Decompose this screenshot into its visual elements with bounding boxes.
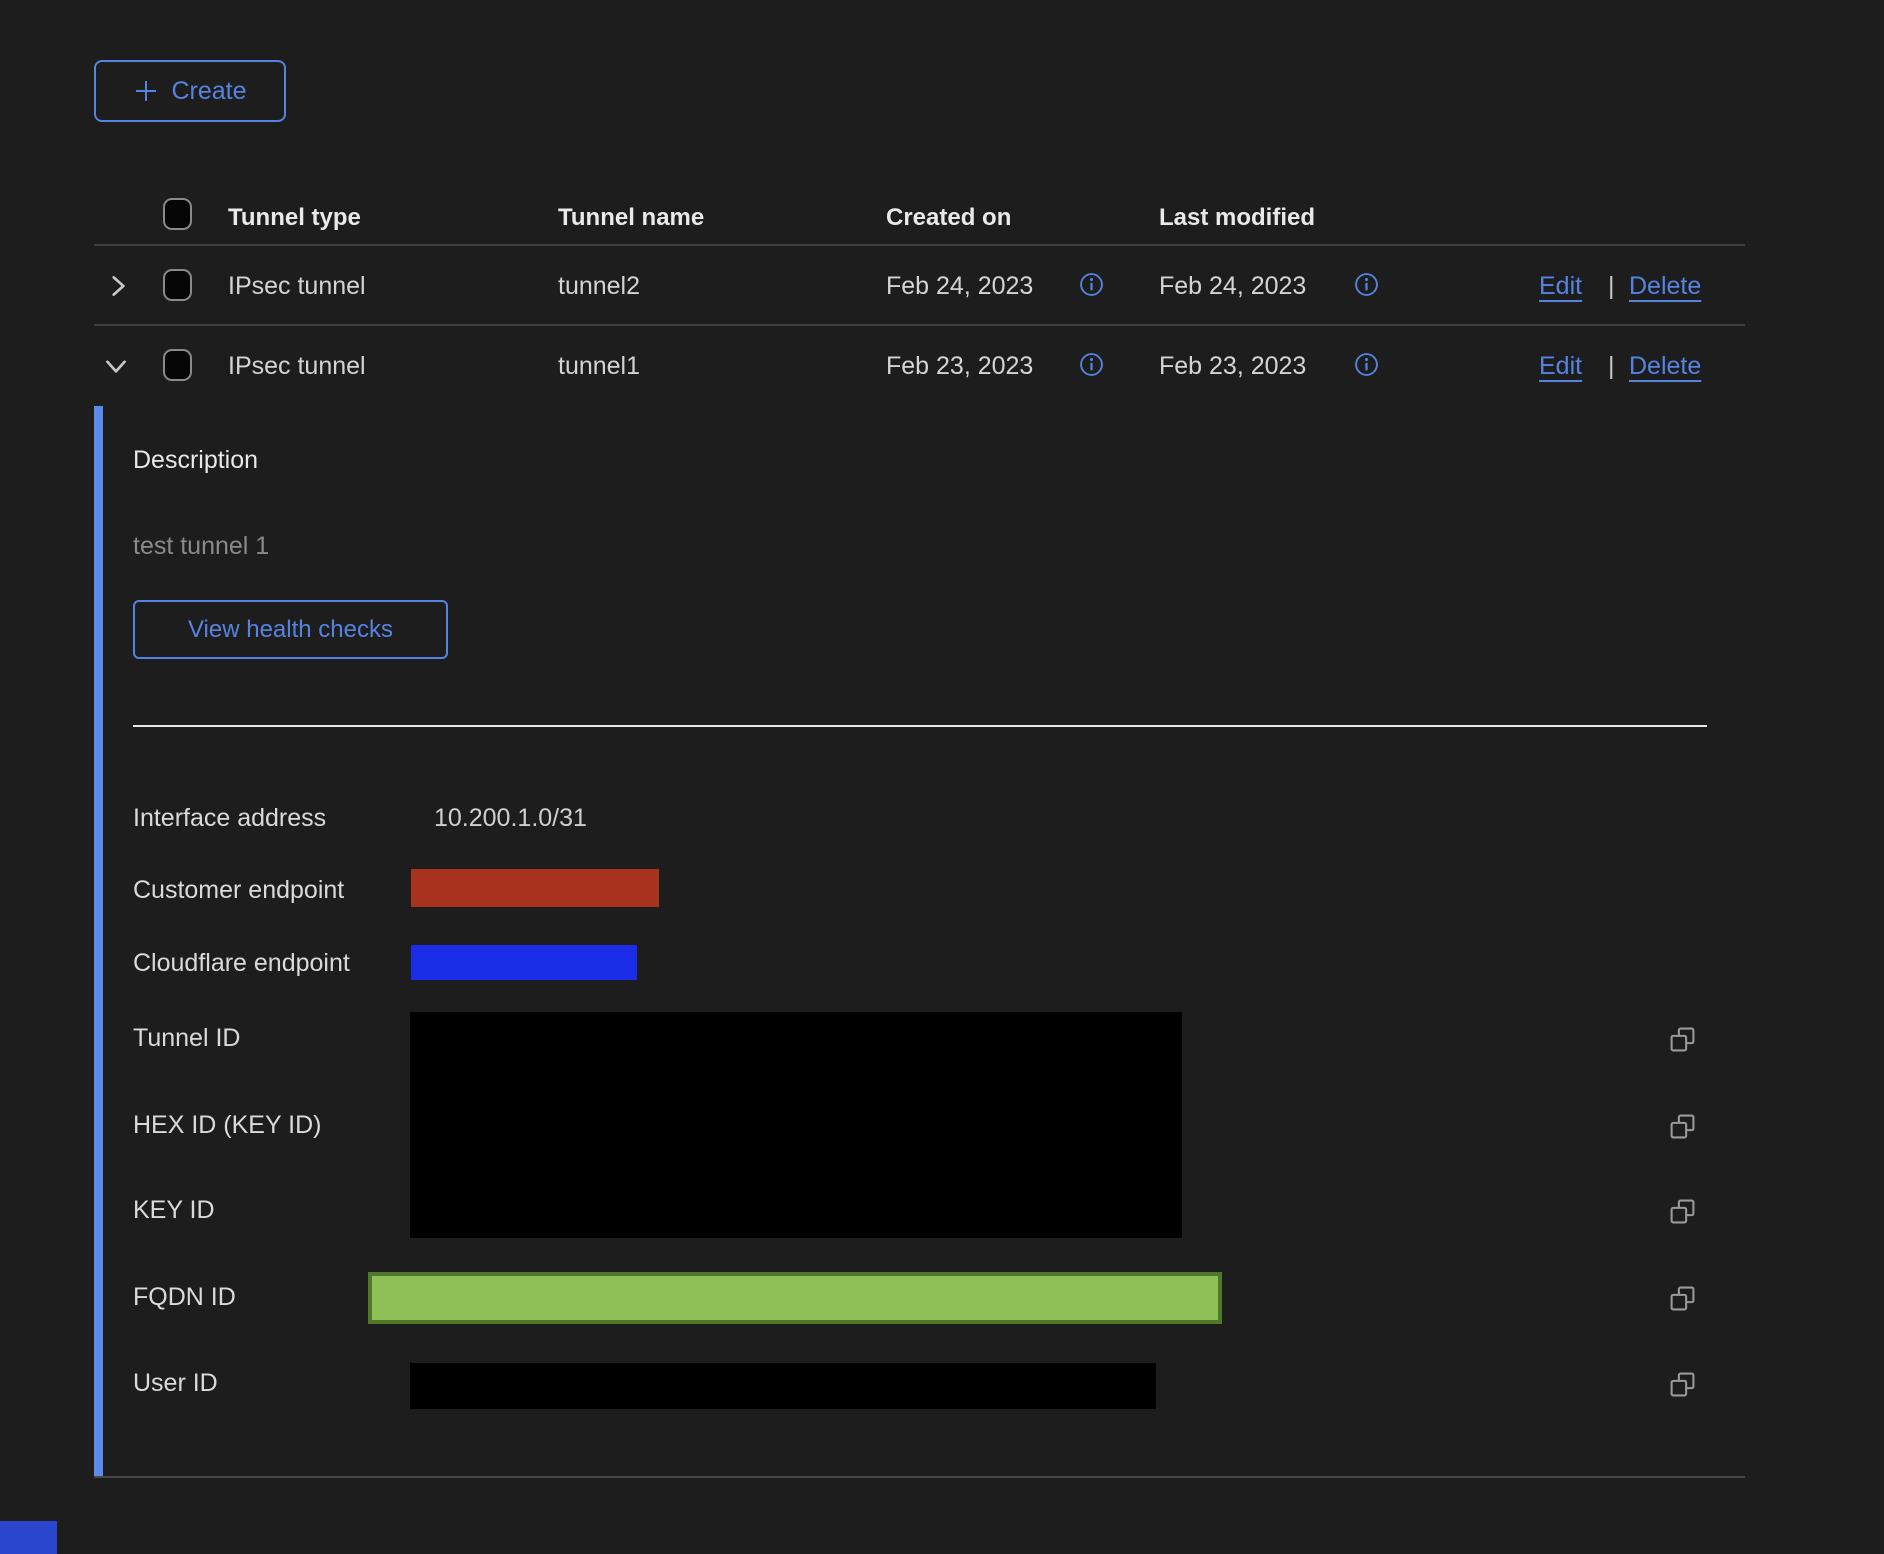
created-on-info[interactable] [1079, 272, 1104, 297]
row-checkbox[interactable] [163, 349, 192, 381]
interface-address-label: Interface address [133, 806, 326, 831]
row-checkbox[interactable] [163, 269, 192, 301]
fqdn-id-redaction [368, 1272, 1222, 1324]
column-header-created-on: Created on [886, 206, 1011, 230]
fqdn-id-label: FQDN ID [133, 1285, 236, 1310]
action-separator: | [1608, 274, 1615, 299]
column-header-tunnel-name: Tunnel name [558, 206, 704, 230]
tunnel-type-cell: IPsec tunnel [228, 354, 366, 379]
action-separator: | [1608, 354, 1615, 379]
description-label: Description [133, 448, 258, 473]
create-button[interactable]: Create [94, 60, 286, 122]
edit-link[interactable]: Edit [1539, 354, 1582, 379]
create-button-label: Create [171, 77, 246, 106]
tunnel-type-cell: IPsec tunnel [228, 274, 366, 299]
user-id-label: User ID [133, 1371, 218, 1396]
expanded-row-indicator-bar [94, 406, 103, 1477]
view-health-checks-button[interactable]: View health checks [133, 600, 448, 659]
hex-id-label: HEX ID (KEY ID) [133, 1113, 321, 1138]
tunnel-id-label: Tunnel ID [133, 1026, 240, 1051]
customer-endpoint-label: Customer endpoint [133, 878, 344, 903]
table-row: IPsec tunnel tunnel1 Feb 23, 2023 Feb 23… [94, 326, 1745, 405]
copy-icon [1669, 1371, 1696, 1398]
tunnel-name-cell: tunnel2 [558, 274, 640, 299]
plus-icon [133, 78, 159, 104]
id-group-redaction [410, 1012, 1182, 1238]
info-icon [1079, 352, 1104, 377]
copy-tunnel-id-button[interactable] [1669, 1026, 1696, 1053]
copy-icon [1669, 1113, 1696, 1140]
view-health-checks-label: View health checks [188, 616, 393, 644]
description-value: test tunnel 1 [133, 534, 269, 559]
last-modified-cell: Feb 23, 2023 [1159, 354, 1306, 379]
delete-link[interactable]: Delete [1629, 274, 1701, 299]
detail-divider [133, 725, 1707, 727]
column-header-tunnel-type: Tunnel type [228, 206, 361, 230]
tunnels-page: Create Tunnel type Tunnel name Created o… [0, 0, 1884, 1554]
created-on-cell: Feb 23, 2023 [886, 354, 1033, 379]
expand-row-button[interactable] [104, 272, 132, 300]
bottom-divider [94, 1476, 1745, 1478]
partial-blue-element[interactable] [0, 1521, 57, 1554]
info-icon [1354, 352, 1379, 377]
created-on-cell: Feb 24, 2023 [886, 274, 1033, 299]
last-modified-cell: Feb 24, 2023 [1159, 274, 1306, 299]
key-id-label: KEY ID [133, 1198, 215, 1223]
last-modified-info[interactable] [1354, 352, 1379, 377]
info-icon [1079, 272, 1104, 297]
customer-endpoint-redaction [411, 869, 659, 907]
tunnel-name-cell: tunnel1 [558, 354, 640, 379]
copy-fqdn-id-button[interactable] [1669, 1285, 1696, 1312]
collapse-row-button[interactable] [101, 352, 131, 380]
table-row: IPsec tunnel tunnel2 Feb 24, 2023 Feb 24… [94, 246, 1745, 325]
chevron-right-icon [104, 272, 132, 300]
copy-icon [1669, 1026, 1696, 1053]
copy-key-id-button[interactable] [1669, 1198, 1696, 1225]
column-header-last-modified: Last modified [1159, 206, 1315, 230]
table-header-row: Tunnel type Tunnel name Created on Last … [94, 190, 1745, 245]
copy-icon [1669, 1285, 1696, 1312]
select-all-checkbox[interactable] [163, 198, 192, 230]
interface-address-value: 10.200.1.0/31 [434, 806, 587, 831]
created-on-info[interactable] [1079, 352, 1104, 377]
chevron-down-icon [101, 352, 131, 380]
last-modified-info[interactable] [1354, 272, 1379, 297]
copy-icon [1669, 1198, 1696, 1225]
copy-user-id-button[interactable] [1669, 1371, 1696, 1398]
delete-link[interactable]: Delete [1629, 354, 1701, 379]
copy-hex-id-button[interactable] [1669, 1113, 1696, 1140]
edit-link[interactable]: Edit [1539, 274, 1582, 299]
info-icon [1354, 272, 1379, 297]
cloudflare-endpoint-label: Cloudflare endpoint [133, 951, 350, 976]
user-id-redaction [410, 1363, 1156, 1409]
cloudflare-endpoint-redaction [411, 945, 637, 980]
